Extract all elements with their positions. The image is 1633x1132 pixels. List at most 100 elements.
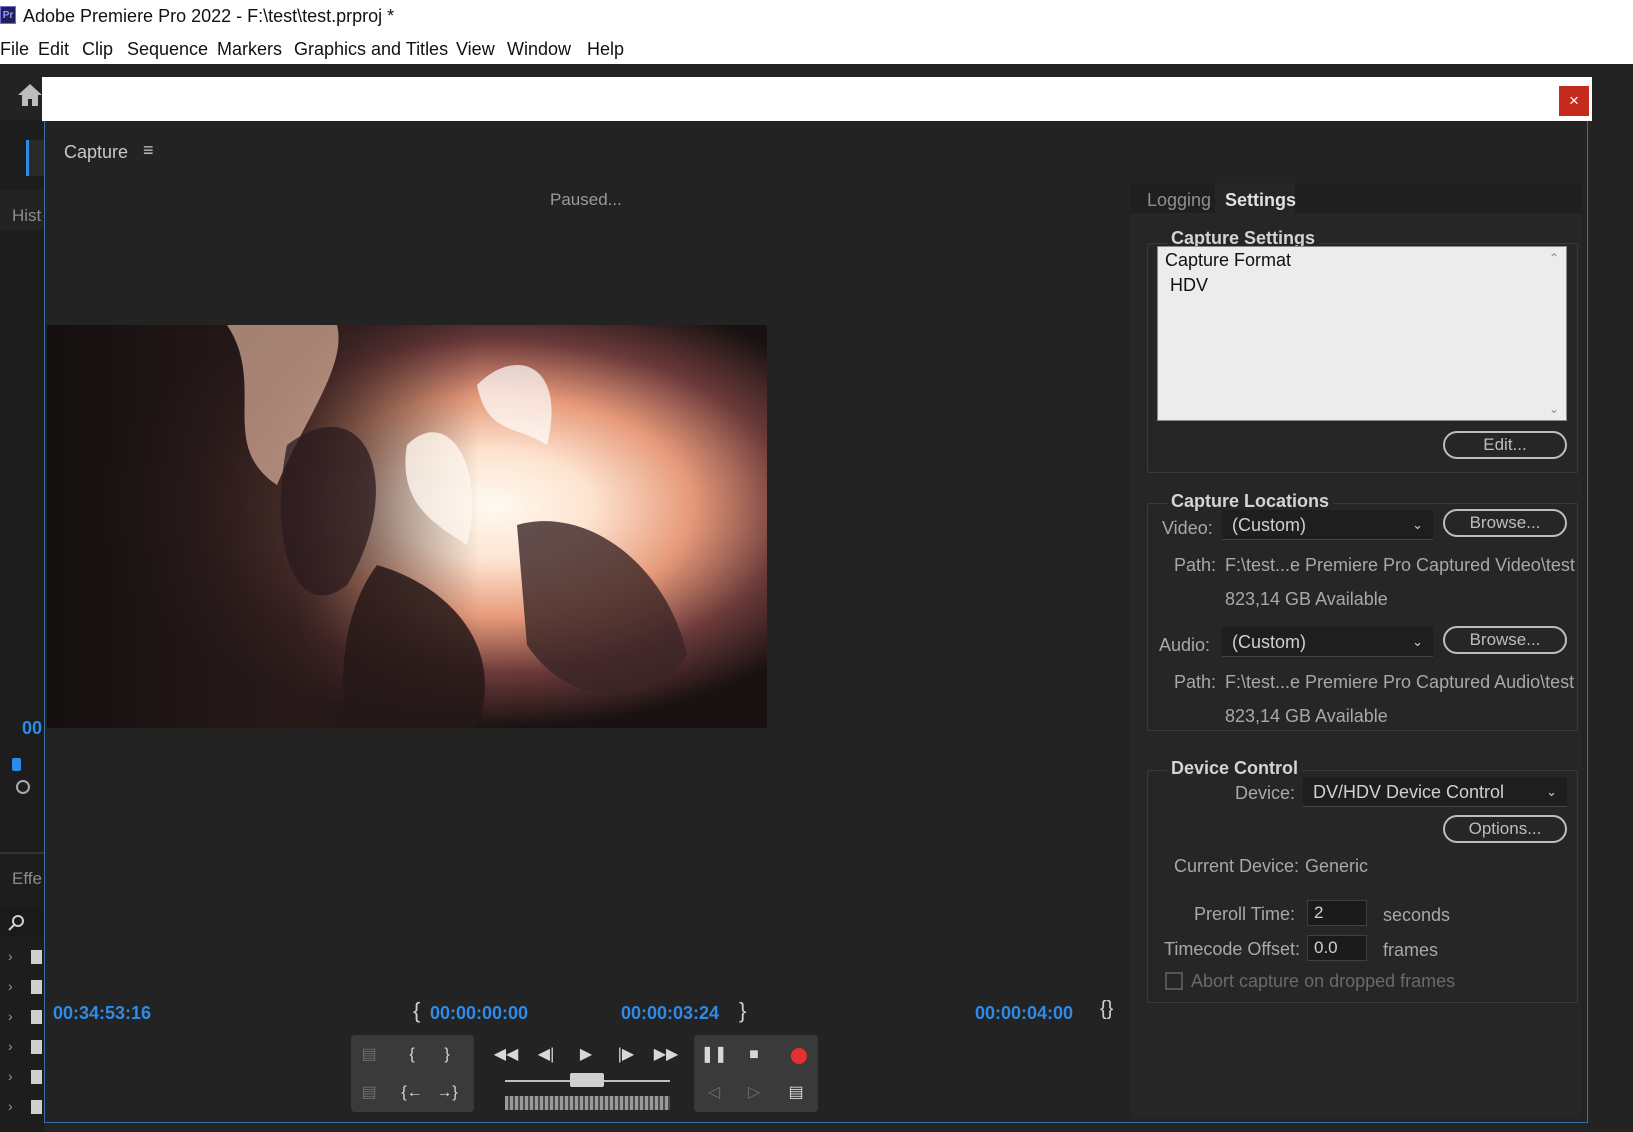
device-dropdown[interactable]: DV/HDV Device Control ⌄ [1303, 777, 1567, 807]
zoom-handle[interactable] [16, 780, 30, 794]
chevron-right-icon[interactable]: › [8, 1098, 13, 1114]
menu-clip[interactable]: Clip [82, 39, 113, 60]
current-device-label: Current Device: [1174, 856, 1300, 876]
effects-panel-label[interactable]: Effe [12, 869, 42, 889]
abort-on-dropped-frames-checkbox[interactable] [1165, 972, 1183, 990]
capture-format-value: HDV [1170, 275, 1209, 295]
menu-help[interactable]: Help [587, 39, 624, 60]
preroll-time-input[interactable]: 2 [1307, 900, 1367, 926]
next-scene-button[interactable]: ▷ [740, 1079, 768, 1107]
preroll-time-label: Preroll Time: [1194, 904, 1296, 924]
video-browse-button[interactable]: Browse... [1443, 509, 1567, 537]
folder-icon [31, 950, 42, 964]
background-program-tab[interactable] [26, 140, 44, 176]
fire-preview-image [47, 325, 767, 728]
log-clip-icon[interactable]: ▤ [355, 1079, 383, 1107]
in-point-timecode[interactable]: 00:00:00:00 [430, 1003, 528, 1024]
audio-path: F:\test...e Premiere Pro Captured Audio\… [1225, 672, 1575, 692]
chevron-down-icon: ⌄ [1412, 517, 1423, 532]
panel-menu-icon[interactable]: ≡ [143, 140, 154, 161]
video-path-label: Path: [1174, 555, 1217, 575]
title-bar: Pr Adobe Premiere Pro 2022 - F:\test\tes… [0, 0, 1633, 34]
timecode-offset-label: Timecode Offset: [1164, 939, 1301, 959]
capture-status: Paused... [550, 190, 622, 209]
scroll-down-icon[interactable]: ⌄ [1549, 402, 1559, 416]
device-control-heading: Device Control [1167, 758, 1303, 779]
scene-detect-icon[interactable]: ▤ [782, 1079, 810, 1107]
chevron-right-icon[interactable]: › [8, 1068, 13, 1084]
record-button[interactable] [791, 1048, 807, 1064]
in-point-brace-icon: { [413, 998, 421, 1023]
premiere-app-icon: Pr [0, 6, 16, 24]
jog-wheel[interactable] [505, 1096, 670, 1110]
chevron-right-icon[interactable]: › [8, 1038, 13, 1054]
go-to-out-button[interactable]: →} [433, 1079, 461, 1107]
folder-icon [31, 1070, 42, 1084]
chevron-right-icon[interactable]: › [8, 978, 13, 994]
chevron-down-icon: ⌄ [1546, 784, 1557, 799]
edit-button[interactable]: Edit... [1443, 431, 1567, 459]
set-in-clapper-icon[interactable]: ▤ [355, 1041, 383, 1069]
home-icon[interactable] [16, 82, 44, 108]
rewind-button[interactable]: ◀◀ [492, 1041, 520, 1069]
audio-label: Audio: [1159, 635, 1211, 655]
capture-locations-heading: Capture Locations [1167, 491, 1334, 512]
video-location-value: (Custom) [1232, 515, 1307, 535]
pause-button[interactable]: ❚❚ [700, 1041, 728, 1069]
step-forward-button[interactable]: |▶ [612, 1041, 640, 1069]
audio-location-value: (Custom) [1232, 632, 1307, 652]
audio-space-available: 823,14 GB Available [1225, 706, 1388, 726]
menu-file[interactable]: File [0, 39, 29, 60]
scroll-up-icon[interactable]: ⌃ [1549, 251, 1559, 265]
audio-browse-button[interactable]: Browse... [1443, 626, 1567, 654]
set-in-button[interactable]: { [398, 1041, 426, 1069]
menu-window[interactable]: Window [507, 39, 571, 60]
folder-icon [31, 980, 42, 994]
playhead-marker[interactable] [12, 758, 21, 771]
menu-bar: File Edit Clip Sequence Markers Graphics… [0, 34, 1633, 64]
device-value: DV/HDV Device Control [1313, 782, 1505, 802]
effects-search-box[interactable] [0, 908, 44, 936]
menu-edit[interactable]: Edit [38, 39, 69, 60]
menu-sequence[interactable]: Sequence [127, 39, 208, 60]
out-point-brace-icon: } [739, 998, 747, 1023]
step-back-button[interactable]: ◀| [532, 1041, 560, 1069]
options-button[interactable]: Options... [1443, 815, 1567, 843]
shuttle-handle[interactable] [570, 1073, 604, 1087]
timecode-offset-unit: frames [1383, 940, 1439, 960]
go-to-in-button[interactable]: {← [398, 1079, 426, 1107]
history-panel-label[interactable]: Hist [12, 206, 41, 226]
window-title: Adobe Premiere Pro 2022 - F:\test\test.p… [23, 6, 395, 26]
background-timecode: 00 [22, 718, 43, 738]
tab-settings[interactable]: Settings [1225, 190, 1296, 211]
abort-on-dropped-frames-label[interactable]: Abort capture on dropped frames [1191, 971, 1455, 992]
duration-brace-icon: {} [1100, 998, 1114, 1020]
search-icon [8, 915, 24, 931]
capture-format-label: Capture Format [1165, 250, 1292, 270]
tab-logging[interactable]: Logging [1147, 190, 1211, 211]
chevron-right-icon[interactable]: › [8, 948, 13, 964]
video-path: F:\test...e Premiere Pro Captured Video\… [1225, 555, 1575, 575]
capture-format-list[interactable]: Capture Format HDV ⌃ ⌄ [1157, 246, 1567, 421]
audio-path-label: Path: [1174, 672, 1217, 692]
chevron-right-icon[interactable]: › [8, 1008, 13, 1024]
close-button[interactable]: × [1559, 86, 1589, 116]
audio-location-dropdown[interactable]: (Custom) ⌄ [1222, 627, 1433, 657]
out-point-timecode[interactable]: 00:00:03:24 [621, 1003, 719, 1024]
video-location-dropdown[interactable]: (Custom) ⌄ [1222, 510, 1433, 540]
menu-markers[interactable]: Markers [217, 39, 282, 60]
menu-view[interactable]: View [456, 39, 495, 60]
chevron-down-icon: ⌄ [1412, 634, 1423, 649]
previous-scene-button[interactable]: ◁ [700, 1079, 728, 1107]
folder-icon [31, 1040, 42, 1054]
menu-graphics-and-titles[interactable]: Graphics and Titles [294, 39, 448, 60]
timecode-offset-input[interactable]: 0.0 [1307, 935, 1367, 961]
play-button[interactable]: ▶ [572, 1041, 600, 1069]
capture-panel-title[interactable]: Capture [64, 142, 128, 163]
set-out-button[interactable]: } [433, 1041, 461, 1069]
stop-button[interactable]: ■ [740, 1041, 768, 1069]
video-label: Video: [1162, 518, 1213, 538]
capture-preview [47, 325, 767, 728]
current-timecode[interactable]: 00:34:53:16 [53, 1003, 151, 1024]
fast-forward-button[interactable]: ▶▶ [652, 1041, 680, 1069]
